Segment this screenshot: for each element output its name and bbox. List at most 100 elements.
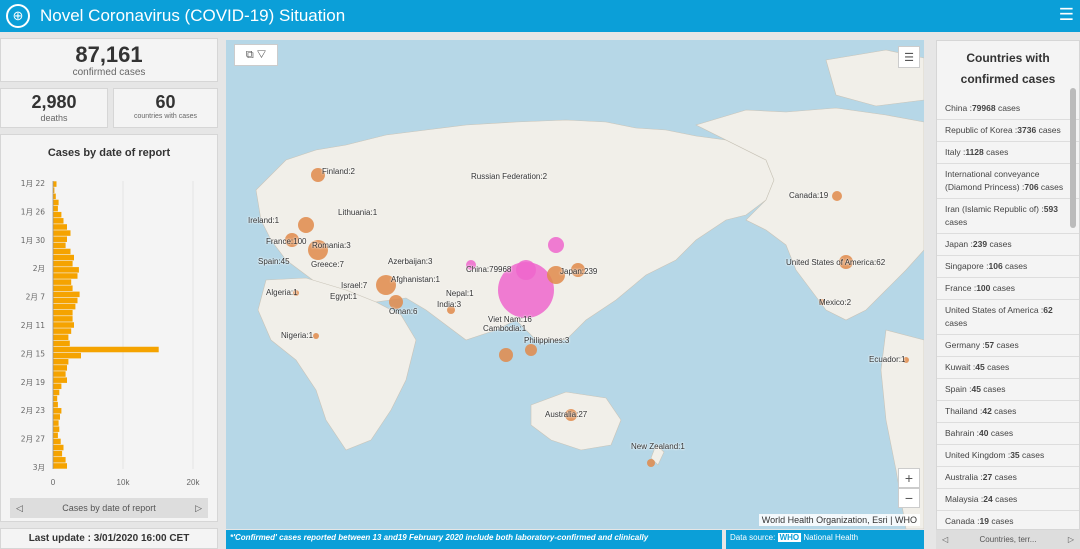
chart-bar[interactable] <box>53 383 62 390</box>
chart-bar[interactable] <box>53 181 57 187</box>
country-list-item[interactable]: Italy :1128 cases <box>937 142 1079 164</box>
country-list-item[interactable]: Iran (Islamic Republic of) :593 cases <box>937 199 1079 234</box>
chart-bar[interactable] <box>53 267 79 273</box>
chart-bar[interactable] <box>53 242 66 249</box>
chart-bar[interactable] <box>53 334 69 341</box>
country-list-item[interactable]: Canada :19 cases <box>937 511 1079 529</box>
chart-bar[interactable] <box>53 438 61 445</box>
x-tick-label: 10k <box>117 478 131 487</box>
chart-bar[interactable] <box>53 193 56 200</box>
chart-bar[interactable] <box>53 316 73 322</box>
chart-bar[interactable] <box>53 236 67 242</box>
country-list-item[interactable]: France :100 cases <box>937 278 1079 300</box>
chart-bar[interactable] <box>53 340 70 347</box>
country-list-item[interactable]: Singapore :106 cases <box>937 256 1079 278</box>
chart-bar[interactable] <box>53 395 58 402</box>
chart-bar[interactable] <box>53 377 67 383</box>
chart-bar[interactable] <box>53 297 78 304</box>
chart-next-button[interactable]: ▷ <box>195 503 202 514</box>
chart-bar[interactable] <box>53 218 64 224</box>
chart-bar[interactable] <box>53 279 72 285</box>
deaths-label: deaths <box>40 113 68 123</box>
chart-bar[interactable] <box>53 352 81 359</box>
chart-bar[interactable] <box>53 260 73 267</box>
chart-nav-label: Cases by date of report <box>62 503 156 513</box>
cases-bar-chart[interactable]: 0 10k 20k 1月 22 1月 26 1月 30 2月 2月 7 2月 11 2月 15 2月… <box>1 173 217 513</box>
chart-bar[interactable] <box>53 414 60 420</box>
country-list-item[interactable]: Bahrain :40 cases <box>937 423 1079 445</box>
chart-bar[interactable] <box>53 322 74 328</box>
country-unit: cases <box>988 516 1014 526</box>
country-unit: cases <box>994 340 1019 350</box>
chart-bar[interactable] <box>53 309 73 316</box>
chart-bar[interactable] <box>53 365 67 371</box>
list-prev-button[interactable]: ◁ <box>942 535 948 544</box>
chart-bar[interactable] <box>53 205 58 212</box>
chart-bar[interactable] <box>53 444 64 451</box>
country-list-item[interactable]: Spain :45 cases <box>937 379 1079 401</box>
country-list-item[interactable]: Kuwait :45 cases <box>937 357 1079 379</box>
country-list-item[interactable]: United Kingdom :35 cases <box>937 445 1079 467</box>
country-list-item[interactable]: Thailand :42 cases <box>937 401 1079 423</box>
chart-bar[interactable] <box>53 224 67 230</box>
chart-bar[interactable] <box>53 463 67 469</box>
map-country-label: Viet Nam:16 <box>488 315 532 324</box>
chart-bar[interactable] <box>53 273 78 279</box>
bubble-nigeria <box>313 333 319 339</box>
chart-bar[interactable] <box>53 420 59 426</box>
y-tick-label: 2月 19 <box>21 378 45 387</box>
chart-bar[interactable] <box>53 254 74 261</box>
country-list-scrollbar[interactable] <box>1070 88 1076 228</box>
country-unit: cases <box>991 406 1017 416</box>
country-list-item[interactable]: International conveyance (Diamond Prince… <box>937 164 1079 199</box>
map-country-label: Cambodia:1 <box>483 324 527 333</box>
chart-bar[interactable] <box>53 248 71 255</box>
chart-prev-button[interactable]: ◁ <box>16 503 23 514</box>
zoom-out-button[interactable]: − <box>898 488 920 508</box>
chart-bar[interactable] <box>53 426 60 432</box>
bubble-europe-1 <box>298 217 314 233</box>
country-list-item[interactable]: Australia :27 cases <box>937 467 1079 489</box>
chart-bar[interactable] <box>53 211 62 218</box>
zoom-in-button[interactable]: + <box>898 468 920 488</box>
country-list-item[interactable]: Republic of Korea :3736 cases <box>937 120 1079 142</box>
chart-bar[interactable] <box>53 457 66 463</box>
chart-bar[interactable] <box>53 230 71 236</box>
map-country-label: Israel:7 <box>341 281 368 290</box>
country-unit: cases <box>990 283 1015 293</box>
country-list-item[interactable]: Malaysia :24 cases <box>937 489 1079 511</box>
legend-icon[interactable]: ☰ <box>898 46 920 68</box>
country-list-item[interactable]: China :79968 cases <box>937 98 1079 120</box>
country-count: 57 <box>984 340 995 350</box>
y-tick-label: 2月 15 <box>21 349 45 358</box>
data-source: Data source: WHO National Health <box>726 530 924 549</box>
country-list-item[interactable]: Germany :57 cases <box>937 335 1079 357</box>
list-next-button[interactable]: ▷ <box>1068 535 1074 544</box>
chart-bar[interactable] <box>53 432 58 439</box>
chart-bar[interactable] <box>53 408 62 414</box>
basemap-toggle-icon[interactable]: ⧉ ▽ <box>234 44 278 66</box>
country-name: China : <box>945 103 972 113</box>
y-tick-label: 2月 27 <box>21 435 45 444</box>
menu-icon[interactable]: ☰ <box>1059 5 1074 25</box>
chart-bar[interactable] <box>53 389 60 396</box>
chart-bar[interactable] <box>53 371 66 377</box>
country-list-item[interactable]: United States of America :62 cases <box>937 300 1079 335</box>
chart-bar[interactable] <box>53 346 159 353</box>
chart-bar[interactable] <box>53 328 72 334</box>
chart-bar[interactable] <box>53 291 80 298</box>
country-name: Japan : <box>945 239 973 249</box>
chart-bar[interactable] <box>53 359 69 365</box>
world-map[interactable]: Russian Federation:2 Finland:2 Lithuania:1… <box>226 40 924 529</box>
country-count: 35 <box>1010 450 1020 460</box>
chart-bar[interactable] <box>53 401 58 408</box>
chart-bar[interactable] <box>53 450 63 457</box>
country-name: Canada : <box>945 516 980 526</box>
country-list-panel: Countries with confirmed cases China :79… <box>936 40 1080 530</box>
map-country-label: Ireland:1 <box>248 216 280 225</box>
country-list-item[interactable]: Japan :239 cases <box>937 234 1079 256</box>
chart-bar[interactable] <box>53 285 73 291</box>
chart-bar[interactable] <box>53 303 76 310</box>
chart-bar[interactable] <box>53 199 59 206</box>
data-source-who-link[interactable]: WHO <box>777 533 802 542</box>
